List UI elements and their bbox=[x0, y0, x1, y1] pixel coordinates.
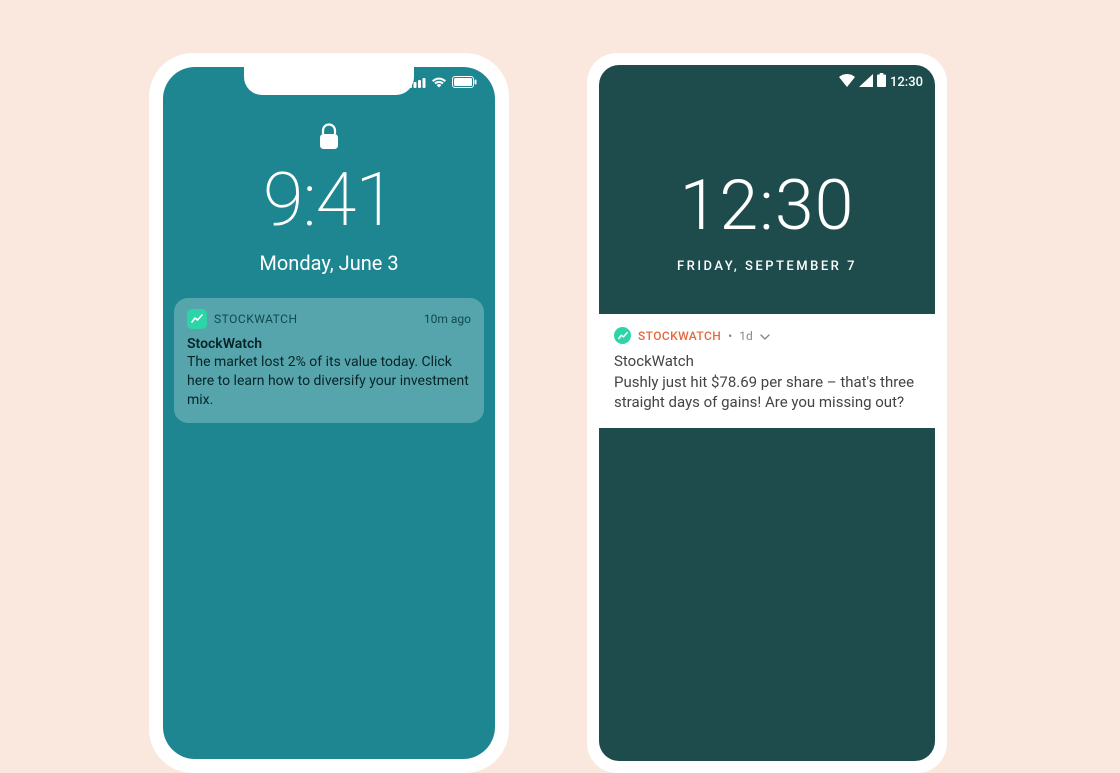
lock-screen-time: 12:30 bbox=[599, 165, 935, 247]
chevron-down-icon[interactable] bbox=[760, 329, 770, 343]
android-status-bar: 12:30 bbox=[839, 73, 923, 91]
android-phone-frame: 12:30 12:30 FRIDAY, SEPTEMBER 7 STOCKWAT… bbox=[587, 53, 947, 773]
ios-notification-card[interactable]: STOCKWATCH 10m ago StockWatch The market… bbox=[174, 298, 484, 423]
lock-screen-date: FRIDAY, SEPTEMBER 7 bbox=[599, 259, 935, 274]
wifi-icon bbox=[431, 73, 447, 92]
android-notification-card[interactable]: STOCKWATCH • 1d StockWatch Pushly just h… bbox=[599, 314, 935, 428]
notification-title: StockWatch bbox=[187, 336, 471, 352]
status-bar-time: 12:30 bbox=[890, 75, 923, 90]
notification-body: The market lost 2% of its value today. C… bbox=[187, 353, 471, 410]
lock-screen-date: Monday, June 3 bbox=[163, 251, 495, 275]
notification-title: StockWatch bbox=[614, 352, 920, 370]
battery-icon bbox=[877, 73, 886, 91]
notification-header: STOCKWATCH • 1d bbox=[614, 327, 920, 344]
notification-body: Pushly just hit $78.69 per share – that'… bbox=[614, 372, 920, 413]
separator-dot: • bbox=[728, 329, 732, 343]
notification-app-name: STOCKWATCH bbox=[214, 312, 417, 326]
notification-header: STOCKWATCH 10m ago bbox=[187, 309, 471, 329]
wifi-icon bbox=[839, 74, 855, 91]
battery-icon bbox=[452, 73, 477, 92]
ios-status-bar bbox=[409, 73, 477, 92]
lock-screen-time: 9:41 bbox=[163, 157, 495, 244]
ios-lock-screen: 9:41 Monday, June 3 STOCKWATCH 10m ago S… bbox=[163, 67, 495, 759]
ios-notch bbox=[244, 67, 414, 95]
notification-age: 10m ago bbox=[424, 312, 471, 326]
stockwatch-app-icon bbox=[614, 327, 631, 344]
lock-icon bbox=[319, 123, 339, 155]
android-lock-screen: 12:30 12:30 FRIDAY, SEPTEMBER 7 STOCKWAT… bbox=[599, 65, 935, 761]
stockwatch-app-icon bbox=[187, 309, 207, 329]
notification-app-name: STOCKWATCH bbox=[638, 329, 721, 343]
ios-phone-frame: 9:41 Monday, June 3 STOCKWATCH 10m ago S… bbox=[149, 53, 509, 773]
notification-age: 1d bbox=[739, 329, 753, 343]
signal-icon bbox=[859, 74, 873, 91]
